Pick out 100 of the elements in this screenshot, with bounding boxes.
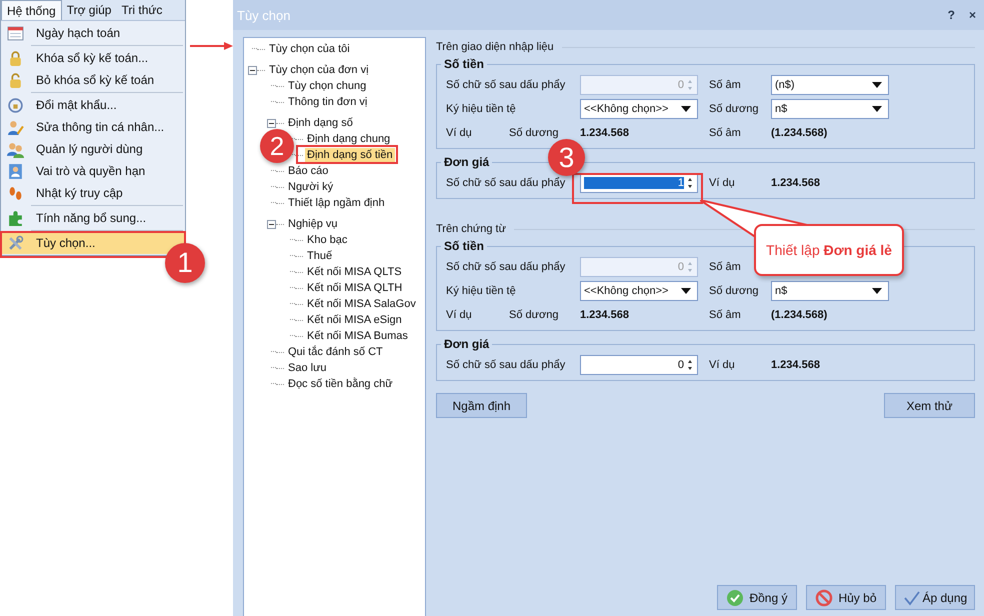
menu-bar-item[interactable]: Hệ thống	[1, 0, 62, 20]
checkmark-icon	[902, 588, 921, 606]
tree-item[interactable]: Người ký	[286, 180, 336, 194]
field-label: Số âm	[709, 127, 742, 139]
user-card-icon	[7, 162, 24, 180]
lock-icon	[7, 50, 24, 66]
tree-item[interactable]: Kết nối MISA eSign	[305, 312, 404, 328]
field-label: Số chữ số sau dấu phẩy	[446, 359, 566, 371]
menu-item[interactable]: Sửa thông tin cá nhân...	[1, 116, 185, 138]
tree-item[interactable]: Kết nối MISA Bumas	[305, 328, 410, 344]
prohibited-icon	[815, 588, 834, 606]
menu-item[interactable]: Ngày hạch toán	[1, 22, 185, 44]
tree-item[interactable]: Tùy chọn chung	[286, 78, 368, 94]
tree-item[interactable]: Thông tin đơn vị	[286, 94, 370, 110]
window-title: Tùy chọn	[237, 8, 292, 22]
tree-item[interactable]: Kết nối MISA QLTS	[305, 264, 404, 280]
section-title: Trên chứng từ	[436, 223, 506, 235]
collapse-icon[interactable]	[267, 220, 276, 228]
field-label: Số dương	[509, 127, 560, 139]
puzzle-icon	[7, 210, 24, 226]
example-value: 1.234.568	[580, 309, 630, 321]
action-button[interactable]: Xem thử	[884, 393, 975, 418]
menu-item[interactable]: Tùy chọn...	[1, 232, 185, 254]
close-button[interactable]: ×	[966, 8, 978, 22]
group-title: Đơn giá	[443, 155, 490, 169]
step-badge: 1	[165, 243, 205, 283]
field-label: Số âm	[709, 79, 742, 91]
tree-item[interactable]: Tùy chọn của tôi	[267, 42, 352, 56]
field-label: Số dương	[509, 309, 560, 321]
unlock-icon	[7, 72, 24, 88]
menu-item[interactable]: Đổi mật khẩu...	[1, 94, 185, 116]
number-spinner[interactable]: 1	[580, 173, 698, 193]
collapse-icon[interactable]	[267, 118, 276, 128]
check-circle-icon	[726, 588, 744, 606]
field-label: Ví dụ	[709, 359, 736, 371]
dropdown-field[interactable]: (n$)	[771, 75, 889, 95]
menu-item[interactable]: Bỏ khóa sổ kỳ kế toán	[1, 69, 185, 91]
group-title: Số tiền	[443, 239, 486, 253]
dropdown-arrow-icon[interactable]	[681, 288, 691, 294]
footprints-icon	[7, 184, 24, 202]
field-label: Số âm	[709, 261, 742, 273]
refresh-icon	[7, 96, 24, 114]
menu-item[interactable]: Nhật ký truy cập	[1, 182, 185, 204]
dialog-button[interactable]: Đồng ý	[717, 585, 797, 610]
example-value: 1.234.568	[771, 359, 821, 371]
callout-text: Thiết lập Đơn giá lẻ	[766, 242, 892, 258]
field-label: Số chữ số sau dấu phẩy	[446, 261, 566, 273]
tree-item[interactable]: Định dạng số tiền	[305, 148, 395, 162]
dropdown-field[interactable]: n$	[771, 99, 889, 119]
field-label: Số chữ số sau dấu phẩy	[446, 79, 566, 91]
number-spinner[interactable]: 0	[580, 355, 698, 375]
field-label: Ví dụ	[709, 177, 736, 189]
action-button[interactable]: Ngầm định	[436, 393, 527, 418]
tree-item[interactable]: Thiết lập ngầm định	[286, 196, 387, 210]
field-label: Số dương	[709, 285, 760, 297]
tree-item[interactable]: Sao lưu	[286, 360, 329, 376]
dropdown-arrow-icon[interactable]	[872, 288, 882, 294]
field-label: Ví dụ	[446, 309, 473, 321]
dropdown-arrow-icon[interactable]	[681, 106, 691, 112]
tree-item[interactable]: Kết nối MISA QLTH	[305, 280, 404, 296]
dialog-button[interactable]: Áp dụng	[895, 585, 975, 610]
example-value: (1.234.568)	[771, 309, 828, 321]
dropdown-field[interactable]: n$	[771, 281, 889, 301]
dropdown-field[interactable]: <<Không chọn>>	[580, 99, 698, 119]
pointer-arrow	[190, 41, 234, 51]
field-label: Ký hiệu tiền tệ	[446, 103, 517, 115]
tree-item[interactable]: Kết nối MISA SalaGov	[305, 296, 418, 312]
field-label: Số dương	[709, 103, 760, 115]
tree-item[interactable]: Định dạng chung	[305, 132, 392, 146]
tree-item[interactable]: Nghiệp vụ	[286, 216, 340, 232]
tools-icon	[7, 234, 24, 252]
dropdown-field[interactable]: <<Không chọn>>	[580, 281, 698, 301]
group-title: Đơn giá	[443, 337, 490, 351]
menu-item[interactable]: Tính năng bổ sung...	[1, 207, 185, 229]
example-value: 1.234.568	[771, 177, 821, 189]
tree-item[interactable]: Qui tắc đánh số CT	[286, 344, 385, 360]
example-value: (1.234.568)	[771, 127, 828, 139]
field-label: Ký hiệu tiền tệ	[446, 285, 517, 297]
tree-item[interactable]: Đọc số tiền bằng chữ	[286, 376, 395, 392]
menu-bar-item[interactable]: Tri thức	[116, 0, 168, 20]
tree-item[interactable]: Thuế	[305, 248, 334, 264]
dropdown-arrow-icon[interactable]	[872, 82, 882, 88]
field-label: Số chữ số sau dấu phẩy	[446, 177, 566, 189]
section-title: Trên giao diện nhập liệu	[436, 41, 554, 53]
tree-item[interactable]: Báo cáo	[286, 164, 330, 178]
user-edit-icon	[7, 118, 24, 136]
collapse-icon[interactable]	[248, 66, 257, 74]
menu-bar-item[interactable]: Trợ giúp	[62, 0, 116, 20]
dropdown-arrow-icon[interactable]	[872, 106, 882, 112]
dialog-button[interactable]: Hủy bỏ	[806, 585, 886, 610]
tree-item[interactable]: Kho bạc	[305, 232, 350, 248]
field-label: Số âm	[709, 309, 742, 321]
menu-item[interactable]: Vai trò và quyền hạn	[1, 160, 185, 182]
menu-item[interactable]: Quản lý người dùng	[1, 138, 185, 160]
menu-item[interactable]: Khóa sổ kỳ kế toán...	[1, 47, 185, 69]
help-button[interactable]: ?	[946, 8, 957, 22]
tree-item[interactable]: Định dạng số	[286, 116, 355, 130]
calendar-icon	[7, 24, 24, 42]
tree-item[interactable]: Tùy chọn của đơn vị	[267, 62, 371, 78]
example-value: 1.234.568	[580, 127, 630, 139]
